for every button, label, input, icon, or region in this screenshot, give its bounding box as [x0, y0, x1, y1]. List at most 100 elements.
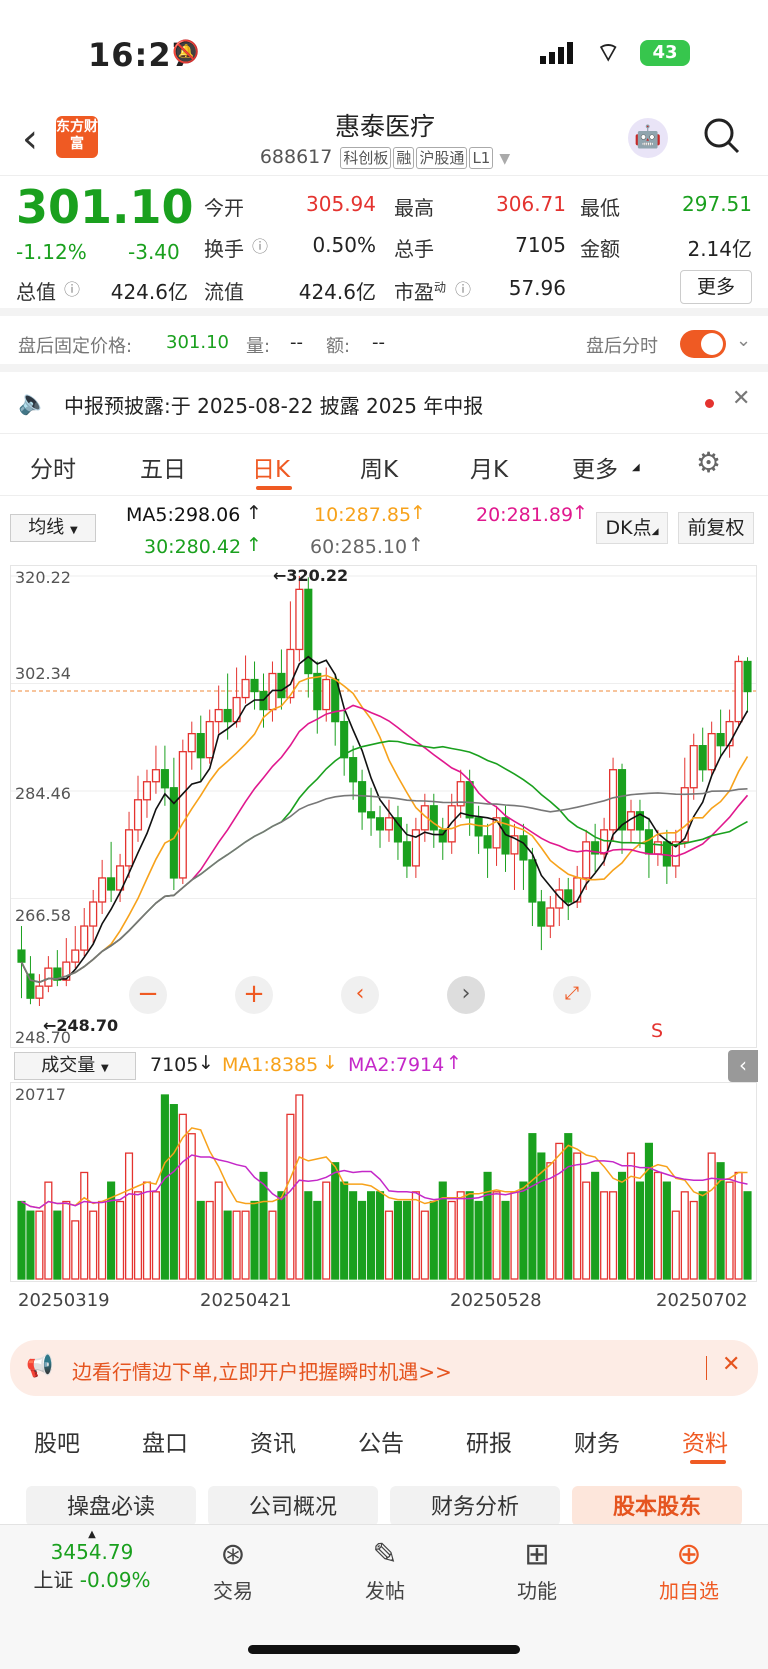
add-watchlist-button[interactable]: ⊕ 加自选 — [634, 1535, 744, 1604]
volume-bar — [116, 1200, 125, 1280]
gear-icon[interactable]: ⚙ — [696, 446, 721, 479]
amount-value: 2.14亿 — [687, 237, 752, 261]
trade-button[interactable]: ⊛ 交易 — [178, 1535, 288, 1604]
kline-svg[interactable] — [11, 566, 756, 1047]
volume-bar — [662, 1181, 671, 1280]
volume-label: 总手 — [394, 237, 434, 261]
collapse-panel-button[interactable]: ‹ — [728, 1050, 758, 1082]
tab-profile[interactable]: 资料 — [682, 1424, 728, 1458]
candle-body — [653, 841, 662, 855]
ma30-value: 30:280.42 — [144, 536, 242, 558]
indicator-select[interactable]: 均线 ▼ — [10, 514, 96, 542]
up-caret-icon: ▲ — [88, 1529, 96, 1540]
candle-body — [366, 811, 376, 819]
volume-svg[interactable] — [11, 1083, 756, 1281]
tab-forum[interactable]: 股吧 — [34, 1424, 80, 1458]
info-circle-icon[interactable]: ⓘ — [64, 276, 80, 300]
amount-label: 金额 — [580, 237, 620, 261]
quote-panel: 301.10 -1.12% -3.40 总值 ⓘ 424.6亿 今开 305.9… — [0, 176, 768, 316]
notice-bar[interactable]: 🔈 中报预披露:于 2025-08-22 披露 2025 年中报 ✕ — [0, 372, 768, 434]
volume-bar — [429, 1200, 438, 1280]
date-tick-2: 20250528 — [450, 1290, 542, 1311]
tab-intraday[interactable]: 分时 — [30, 450, 76, 484]
candle-body — [187, 732, 196, 753]
tab-news[interactable]: 资讯 — [250, 1424, 296, 1458]
kline-chart[interactable]: 320.22 302.34 284.46 266.58 ←320.22 ←248… — [10, 565, 757, 1048]
candle-body — [528, 859, 537, 903]
after-vol-label: 量: — [246, 336, 271, 357]
adjust-button[interactable]: 前复权 — [678, 512, 754, 544]
after-hours-toggle[interactable] — [680, 330, 726, 358]
back-arrow-icon[interactable]: ‹ — [22, 116, 38, 162]
candle-body — [322, 678, 331, 711]
candle-body — [582, 841, 591, 879]
account-promo-banner[interactable]: 📢 边看行情边下单,立即开户把握瞬时机遇>> ✕ — [10, 1340, 758, 1396]
after-amt-value: -- — [372, 332, 385, 353]
after-timeline-label: 盘后分时 — [586, 336, 658, 357]
post-button[interactable]: ✎ 发帖 — [330, 1535, 440, 1604]
search-icon[interactable] — [702, 116, 742, 156]
volume-bar — [71, 1220, 80, 1280]
candle-body — [609, 769, 618, 831]
company-overview-button[interactable]: 公司概况 — [208, 1486, 378, 1526]
candle-body — [214, 708, 223, 723]
candle-body — [26, 973, 35, 999]
tab-weekly-k[interactable]: 周K — [360, 450, 398, 484]
functions-button[interactable]: ⊞ 功能 — [482, 1535, 592, 1604]
volume-bar — [564, 1133, 573, 1280]
close-icon[interactable]: ✕ — [732, 386, 750, 411]
robot-avatar-icon[interactable]: 🤖 — [628, 118, 668, 158]
volume-bar — [196, 1200, 205, 1280]
volume-bar — [358, 1200, 367, 1280]
scroll-left-button[interactable]: ‹ — [341, 976, 379, 1014]
fullscreen-icon[interactable]: ⤢ — [553, 976, 591, 1014]
sell-signal-label: S — [651, 1020, 664, 1042]
volume-bar — [465, 1191, 474, 1280]
volume-bar — [205, 1200, 214, 1280]
shareholders-button[interactable]: 股本股东 — [572, 1486, 742, 1526]
candle-body — [716, 732, 725, 747]
ma20-up-arrow-icon: ↑ — [572, 502, 588, 524]
volume-bar — [438, 1181, 447, 1280]
trading-guide-button[interactable]: 操盘必读 — [26, 1486, 196, 1526]
info-circle-icon[interactable]: ⓘ — [252, 233, 268, 257]
dk-point-button[interactable]: DK点◢ — [596, 512, 668, 544]
candle-body — [402, 841, 411, 867]
volume-indicator-select[interactable]: 成交量 ▼ — [14, 1052, 136, 1080]
candle-body — [375, 817, 385, 831]
candle-body — [142, 781, 152, 801]
volume-bar — [384, 1210, 394, 1280]
volume-bar — [447, 1200, 456, 1280]
volume-bar — [456, 1191, 465, 1280]
volume-bar — [62, 1200, 71, 1280]
zoom-out-button[interactable]: − — [129, 976, 167, 1014]
index-ticker[interactable]: ▲ 3454.79 上证 -0.09% — [22, 1529, 162, 1593]
volume-bar — [80, 1171, 89, 1280]
tab-announcements[interactable]: 公告 — [358, 1424, 404, 1458]
tab-five-day[interactable]: 五日 — [140, 450, 186, 484]
chevron-down-icon[interactable]: ⌄ — [736, 330, 751, 351]
tab-research[interactable]: 研报 — [466, 1424, 512, 1458]
tab-more[interactable]: 更多 — [572, 450, 618, 484]
vol-ma1-value: MA1:8385 — [222, 1054, 319, 1076]
volume-bar — [322, 1181, 331, 1280]
tab-orderbook[interactable]: 盘口 — [142, 1424, 188, 1458]
financial-analysis-button[interactable]: 财务分析 — [390, 1486, 560, 1526]
mute-icon: 🔕 — [172, 40, 200, 65]
candle-body — [734, 660, 743, 723]
scroll-right-button[interactable]: › — [447, 976, 485, 1014]
volume-bar — [133, 1191, 143, 1280]
volume-bar — [393, 1200, 403, 1280]
volume-bar — [142, 1181, 152, 1280]
tab-finance[interactable]: 财务 — [574, 1424, 620, 1458]
close-icon[interactable]: ✕ — [722, 1352, 740, 1377]
candle-body — [295, 588, 304, 651]
tab-monthly-k[interactable]: 月K — [470, 450, 508, 484]
volume-bar — [671, 1210, 680, 1280]
more-button[interactable]: 更多 — [680, 270, 752, 304]
volume-chart[interactable]: 20717 — [10, 1082, 757, 1282]
chevron-down-icon[interactable]: ▼ — [499, 151, 510, 167]
date-axis: 20250319 20250421 20250528 20250702 — [0, 1288, 768, 1316]
zoom-in-button[interactable]: + — [235, 976, 273, 1014]
tab-daily-k[interactable]: 日K — [252, 450, 290, 484]
